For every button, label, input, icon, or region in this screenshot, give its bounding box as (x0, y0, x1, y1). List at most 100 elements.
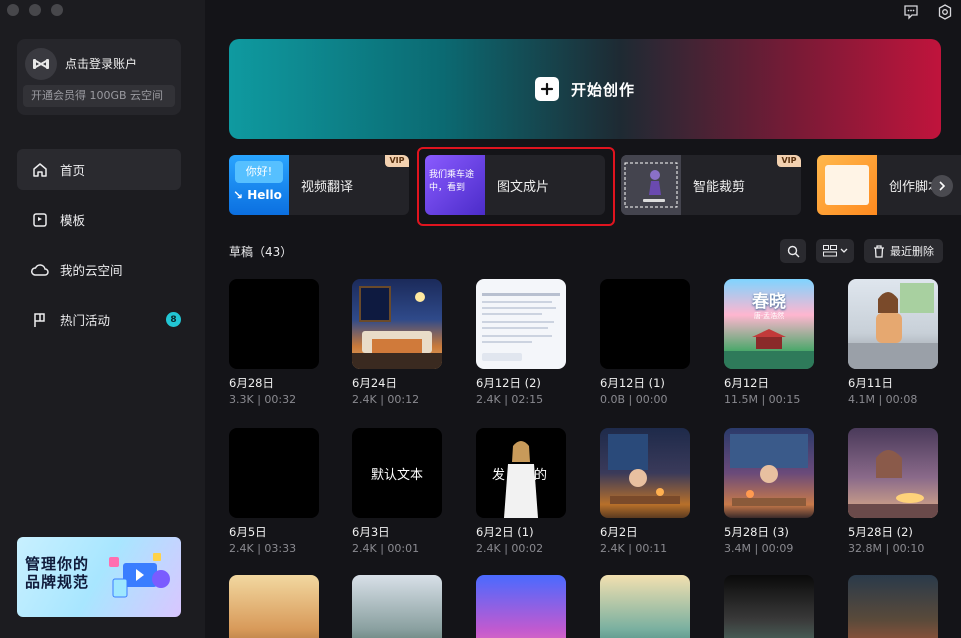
sidebar-item-home[interactable]: 首页 (17, 149, 181, 190)
draft-thumbnail[interactable] (724, 575, 814, 638)
eating-girl-image (848, 450, 938, 518)
recent-delete-label: 最近删除 (890, 245, 934, 258)
sidebar-nav: 首页 模板 我的云空间 热门活动 8 (17, 149, 181, 349)
maximize-window-button[interactable] (51, 4, 63, 16)
smart-crop-thumbnail (621, 155, 681, 215)
skater-image (621, 155, 681, 215)
vip-badge: VIP (777, 155, 801, 167)
draft-item[interactable] (848, 575, 938, 638)
close-window-button[interactable] (7, 4, 19, 16)
draft-item[interactable]: 6月12日 (2) 2.4K | 02:15 (476, 279, 566, 406)
start-creation-button[interactable]: 开始创作 (229, 39, 941, 139)
draft-name: 6月11日 (848, 376, 893, 390)
draft-thumbnail[interactable] (476, 575, 566, 638)
draft-item[interactable]: 6月24日 2.4K | 00:12 (352, 279, 442, 406)
arrow-icon: ↘ (233, 188, 244, 202)
draft-thumbnail[interactable] (848, 279, 938, 369)
draft-thumbnail[interactable] (848, 575, 938, 638)
recent-delete-button[interactable]: 最近删除 (864, 239, 943, 263)
draft-thumbnail[interactable] (476, 279, 566, 369)
draft-item[interactable] (724, 575, 814, 638)
sidebar-item-label: 首页 (60, 163, 86, 178)
bedroom-image (352, 286, 442, 369)
grid-view-icon (822, 245, 837, 257)
drafts-title: 草稿（43） (229, 245, 293, 259)
draft-thumbnail[interactable] (229, 279, 319, 369)
draft-item[interactable]: 默认文本 6月3日 2.4K | 00:01 (352, 428, 442, 555)
draft-name: 6月3日 (352, 525, 390, 539)
feature-text-to-video[interactable]: 我们乘车途中，看到 图文成片 (425, 155, 605, 215)
draft-item[interactable]: 5月28日 (3) 3.4M | 00:09 (724, 428, 814, 555)
feature-cards: 你好! ↘ Hello 视频翻译 VIP 我们乘车途中，看到 图文成片 智能裁剪… (229, 155, 961, 215)
draft-name: 6月2日 (1) (476, 525, 534, 539)
sidebar-item-events[interactable]: 热门活动 8 (17, 299, 181, 340)
draft-name: 6月5日 (229, 525, 267, 539)
draft-thumbnail[interactable] (848, 428, 938, 518)
night-room-image (608, 434, 680, 504)
brand-illustration-icon (109, 553, 170, 598)
draft-item[interactable] (352, 575, 442, 638)
feedback-icon[interactable] (903, 4, 919, 20)
draft-meta: 2.4K | 00:12 (352, 393, 420, 406)
draft-thumbnail[interactable] (352, 279, 442, 369)
feature-video-translate[interactable]: 你好! ↘ Hello 视频翻译 VIP (229, 155, 409, 215)
text-to-video-thumbnail: 我们乘车途中，看到 (425, 155, 485, 215)
draft-item[interactable]: 5月28日 (2) 32.8M | 00:10 (848, 428, 938, 555)
draft-name: 6月2日 (600, 525, 638, 539)
minimize-window-button[interactable] (29, 4, 41, 16)
chevron-right-icon (939, 181, 946, 191)
draft-item[interactable]: 6月2日 2.4K | 00:11 (600, 428, 690, 555)
draft-item[interactable] (476, 575, 566, 638)
draft-name: 6月24日 (352, 376, 397, 390)
draft-thumbnail[interactable] (724, 428, 814, 518)
draft-item[interactable]: 6月28日 3.3K | 00:32 (229, 279, 319, 406)
cafe-image (730, 434, 808, 506)
feature-smart-crop[interactable]: 智能裁剪 VIP (621, 155, 801, 215)
draft-item[interactable] (229, 575, 319, 638)
login-link[interactable]: 点击登录账户 (65, 55, 137, 72)
script-doc-image (825, 165, 869, 205)
promo-line-1: 管理你的 (25, 555, 90, 573)
chevron-down-icon (840, 248, 847, 253)
scroll-right-button[interactable] (931, 175, 953, 197)
brand-promo-banner[interactable]: 管理你的 品牌规范 (17, 537, 181, 617)
drafts-tools: 最近删除 (780, 239, 943, 263)
feature-label: 图文成片 (497, 180, 550, 195)
settings-gear-icon[interactable] (937, 4, 953, 20)
draft-thumbnail[interactable]: 发 的 (476, 428, 566, 518)
thumb-text-hello-en: Hello (247, 188, 282, 202)
promo-line-2: 品牌规范 (25, 573, 90, 591)
feature-label: 视频翻译 (301, 180, 354, 195)
view-toggle-button[interactable] (816, 239, 854, 263)
draft-meta: 2.4K | 00:01 (352, 542, 420, 555)
draft-item[interactable] (600, 575, 690, 638)
window-controls (7, 4, 63, 16)
account-card[interactable]: 点击登录账户 开通会员得 100GB 云空间 (17, 39, 181, 115)
draft-item[interactable]: 春晓 唐·孟浩然 6月12日 11.5M | 00:15 (724, 279, 814, 406)
sidebar-item-templates[interactable]: 模板 (17, 199, 181, 240)
draft-meta: 32.8M | 00:10 (848, 542, 925, 555)
draft-thumbnail[interactable]: 默认文本 (352, 428, 442, 518)
draft-thumbnail[interactable] (229, 428, 319, 518)
draft-thumbnail[interactable] (600, 428, 690, 518)
cloud-icon (30, 260, 50, 280)
draft-meta: 11.5M | 00:15 (724, 393, 801, 406)
draft-item[interactable]: 6月12日 (1) 0.0B | 00:00 (600, 279, 690, 406)
promo-text: 管理你的 品牌规范 (25, 555, 89, 591)
thumb-text-hello-cn: 你好! (235, 161, 283, 183)
draft-item[interactable]: 6月11日 4.1M | 00:08 (848, 279, 938, 406)
draft-thumbnail[interactable] (600, 279, 690, 369)
draft-thumbnail[interactable] (352, 575, 442, 638)
draft-thumbnail[interactable] (600, 575, 690, 638)
draft-item[interactable]: 6月5日 2.4K | 03:33 (229, 428, 319, 555)
draft-meta: 3.4M | 00:09 (724, 542, 794, 555)
draft-item[interactable]: 发 的 6月2日 (1) 2.4K | 00:02 (476, 428, 566, 555)
sidebar-item-cloud[interactable]: 我的云空间 (17, 249, 181, 290)
thumb-default-text: 默认文本 (370, 468, 423, 483)
search-button[interactable] (780, 239, 806, 263)
start-creation-label: 开始创作 (570, 80, 635, 99)
vip-promo-button[interactable]: 开通会员得 100GB 云空间 (23, 85, 175, 107)
search-icon (787, 245, 799, 257)
draft-thumbnail[interactable]: 春晓 唐·孟浩然 (724, 279, 814, 369)
draft-thumbnail[interactable] (229, 575, 319, 638)
